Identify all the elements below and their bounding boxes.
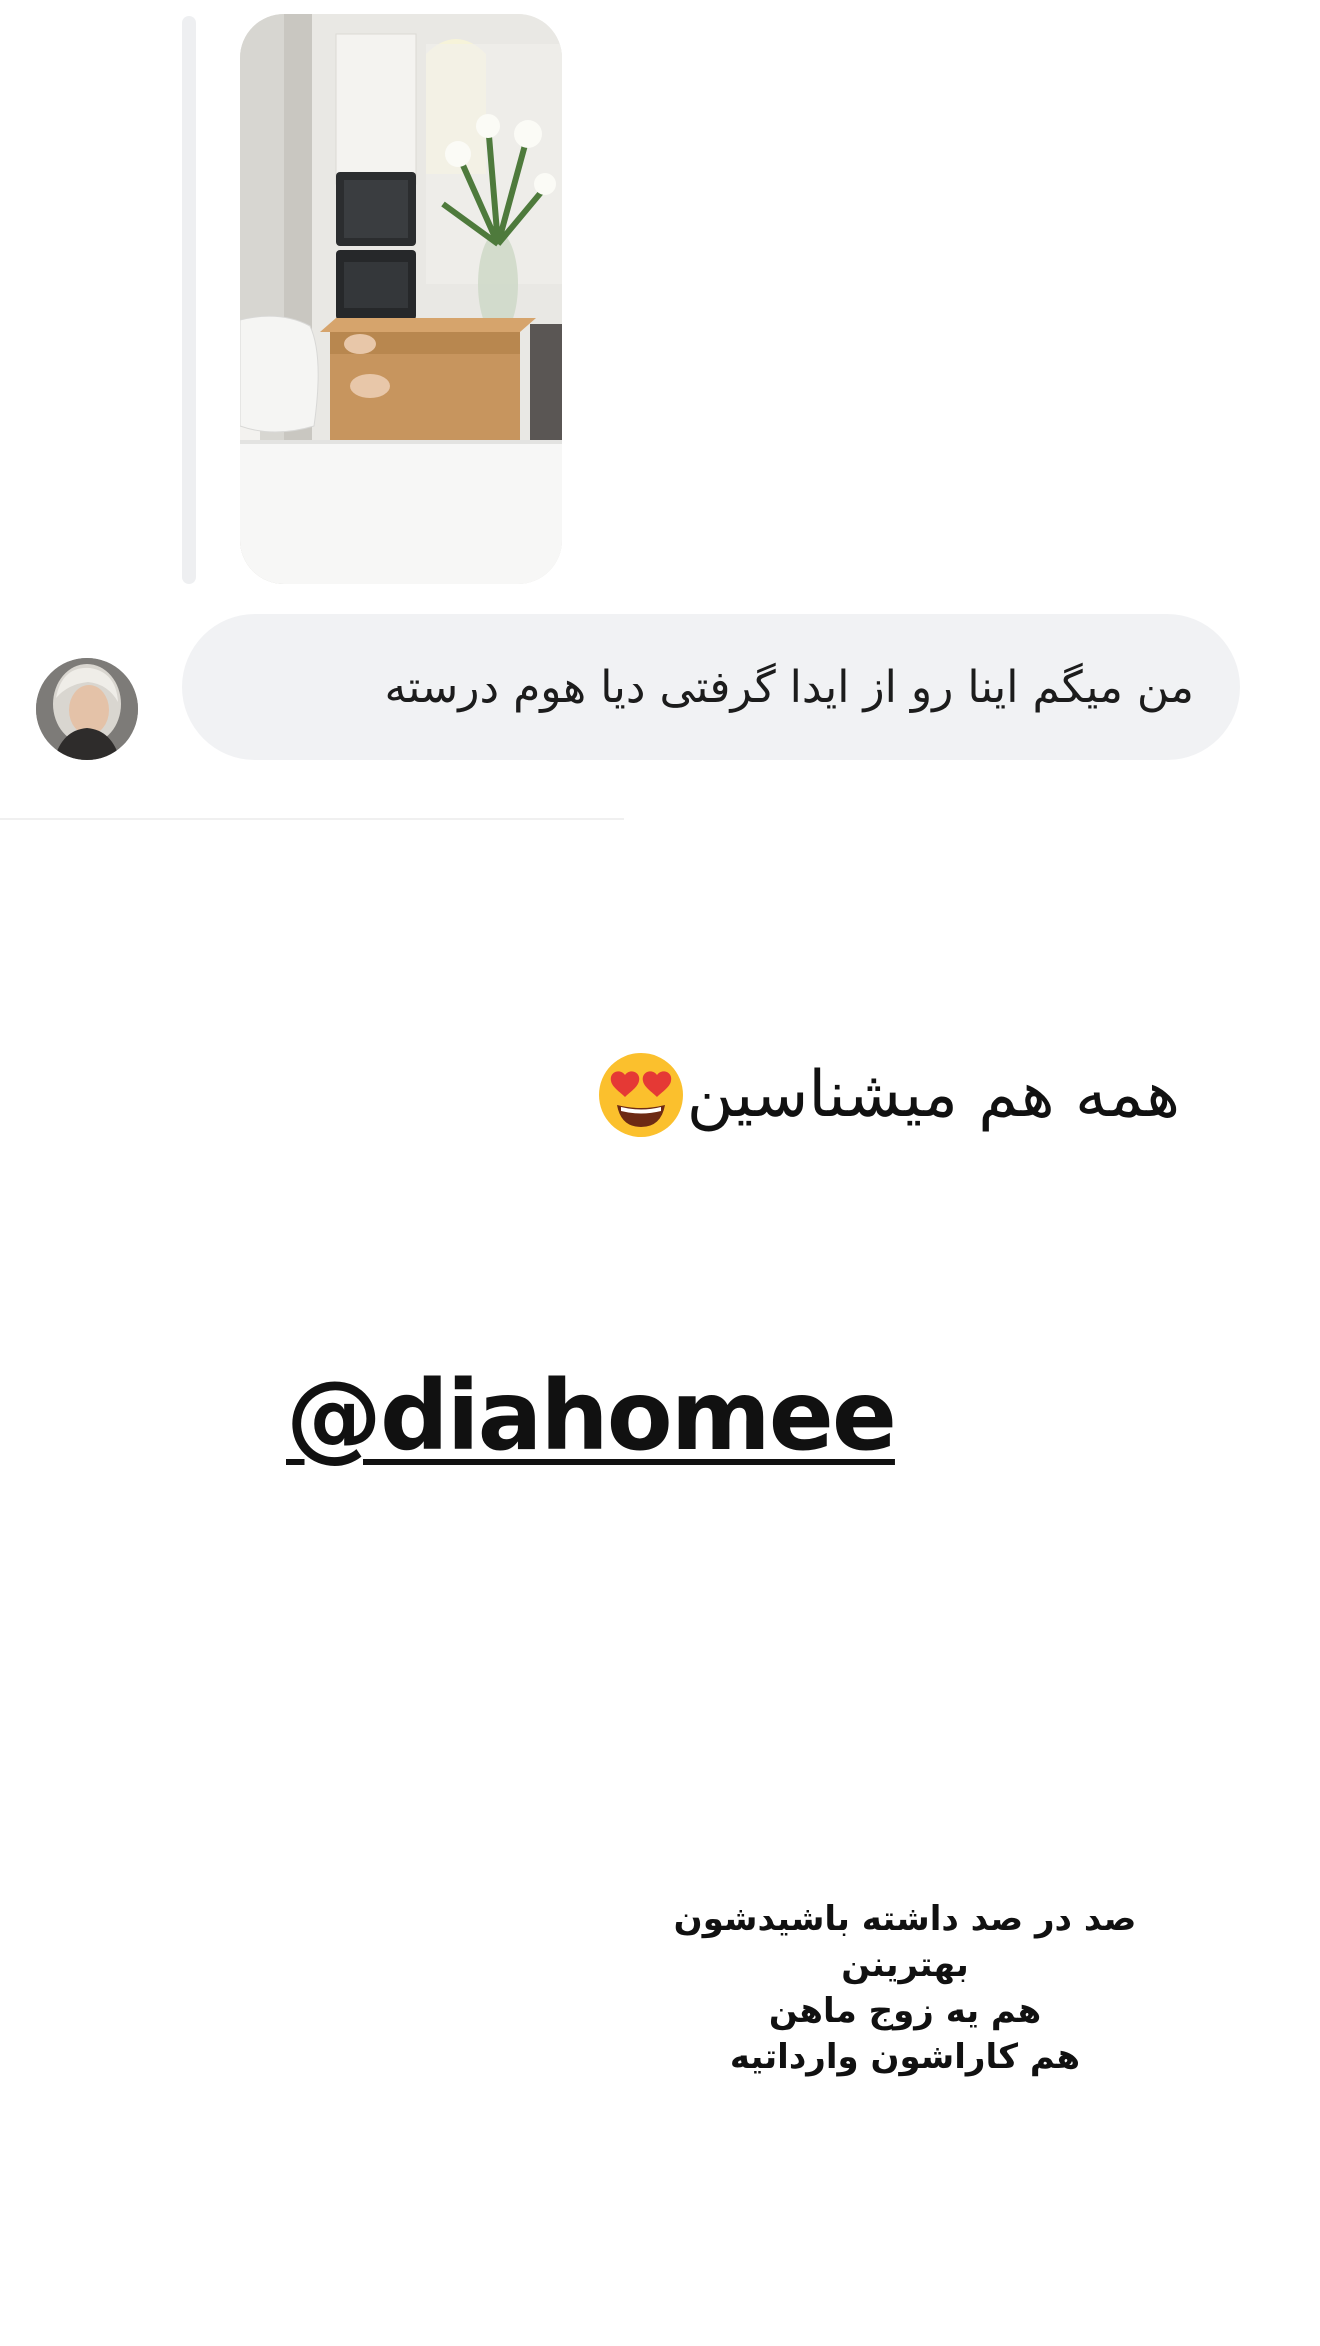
replied-story-thumbnail[interactable] [240, 14, 562, 584]
reply-message-text: من میگم اینا رو از ایدا گرفتی دیا هوم در… [384, 661, 1195, 713]
mention-sticker[interactable]: @diahomee [286, 1368, 897, 1464]
sender-avatar[interactable] [36, 658, 138, 760]
sender-avatar-image [36, 658, 138, 760]
story-caption: همه هم میشناسین [686, 1058, 1180, 1132]
story-caption-row: همه هم میشناسین [510, 1040, 1180, 1150]
story-line: هم کاراشون وارداتیه [729, 2037, 1081, 2077]
divider [0, 818, 624, 820]
story-line: صد در صد داشته باشیدشون [673, 1899, 1137, 1939]
story-line: هم یه زوج ماهن [768, 1991, 1042, 2031]
reply-quote-bar [182, 16, 196, 584]
heart-eyes-emoji-icon [598, 1053, 683, 1137]
kitchen-box-image [240, 14, 562, 584]
story-text-block: صد در صد داشته باشیدشون بهترینن هم یه زو… [640, 1896, 1170, 2080]
story-line: بهترینن [841, 1945, 969, 1985]
reply-message-bubble[interactable]: من میگم اینا رو از ایدا گرفتی دیا هوم در… [182, 614, 1240, 760]
